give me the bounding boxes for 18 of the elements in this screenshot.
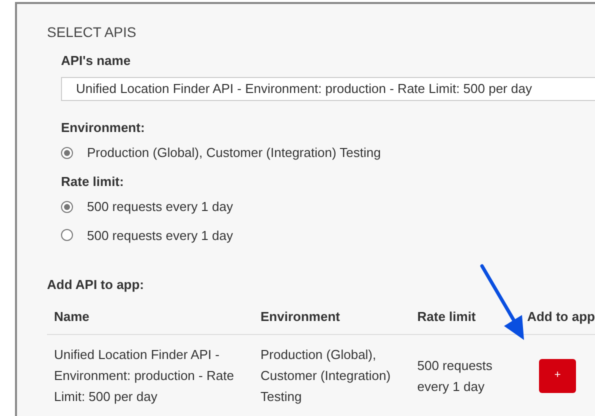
- field-label: Environment:: [61, 118, 146, 136]
- radio-label: 500 requests every 1 day: [87, 226, 233, 245]
- radio-button[interactable]: [61, 200, 73, 213]
- radio-button[interactable]: [61, 146, 73, 159]
- column-header: Name: [47, 306, 254, 334]
- field-label: Rate limit:: [61, 172, 125, 190]
- table-cell: Unified Location Finder API - Environment: production - Rate Limit: 500 per day: [47, 334, 254, 416]
- add-button[interactable]: +: [539, 358, 576, 392]
- section-label: Add API to app:: [47, 276, 146, 294]
- section-title: SELECT APIS: [47, 23, 138, 42]
- table-cell: Production (Global), Customer (Integration) Testing: [254, 334, 410, 416]
- column-header: Environment: [254, 306, 410, 334]
- radio-label: Production (Global), Customer (Integration) Testing: [87, 144, 381, 162]
- radio-button[interactable]: [61, 229, 73, 242]
- radio-label: 500 requests every 1 day: [87, 198, 233, 216]
- input-field[interactable]: Unified Location Finder API - Environment: production - Rate Limit: 500 per day: [61, 76, 595, 100]
- table-cell: 500 requests every 1 day: [410, 334, 520, 416]
- field-label: API's name: [61, 52, 132, 70]
